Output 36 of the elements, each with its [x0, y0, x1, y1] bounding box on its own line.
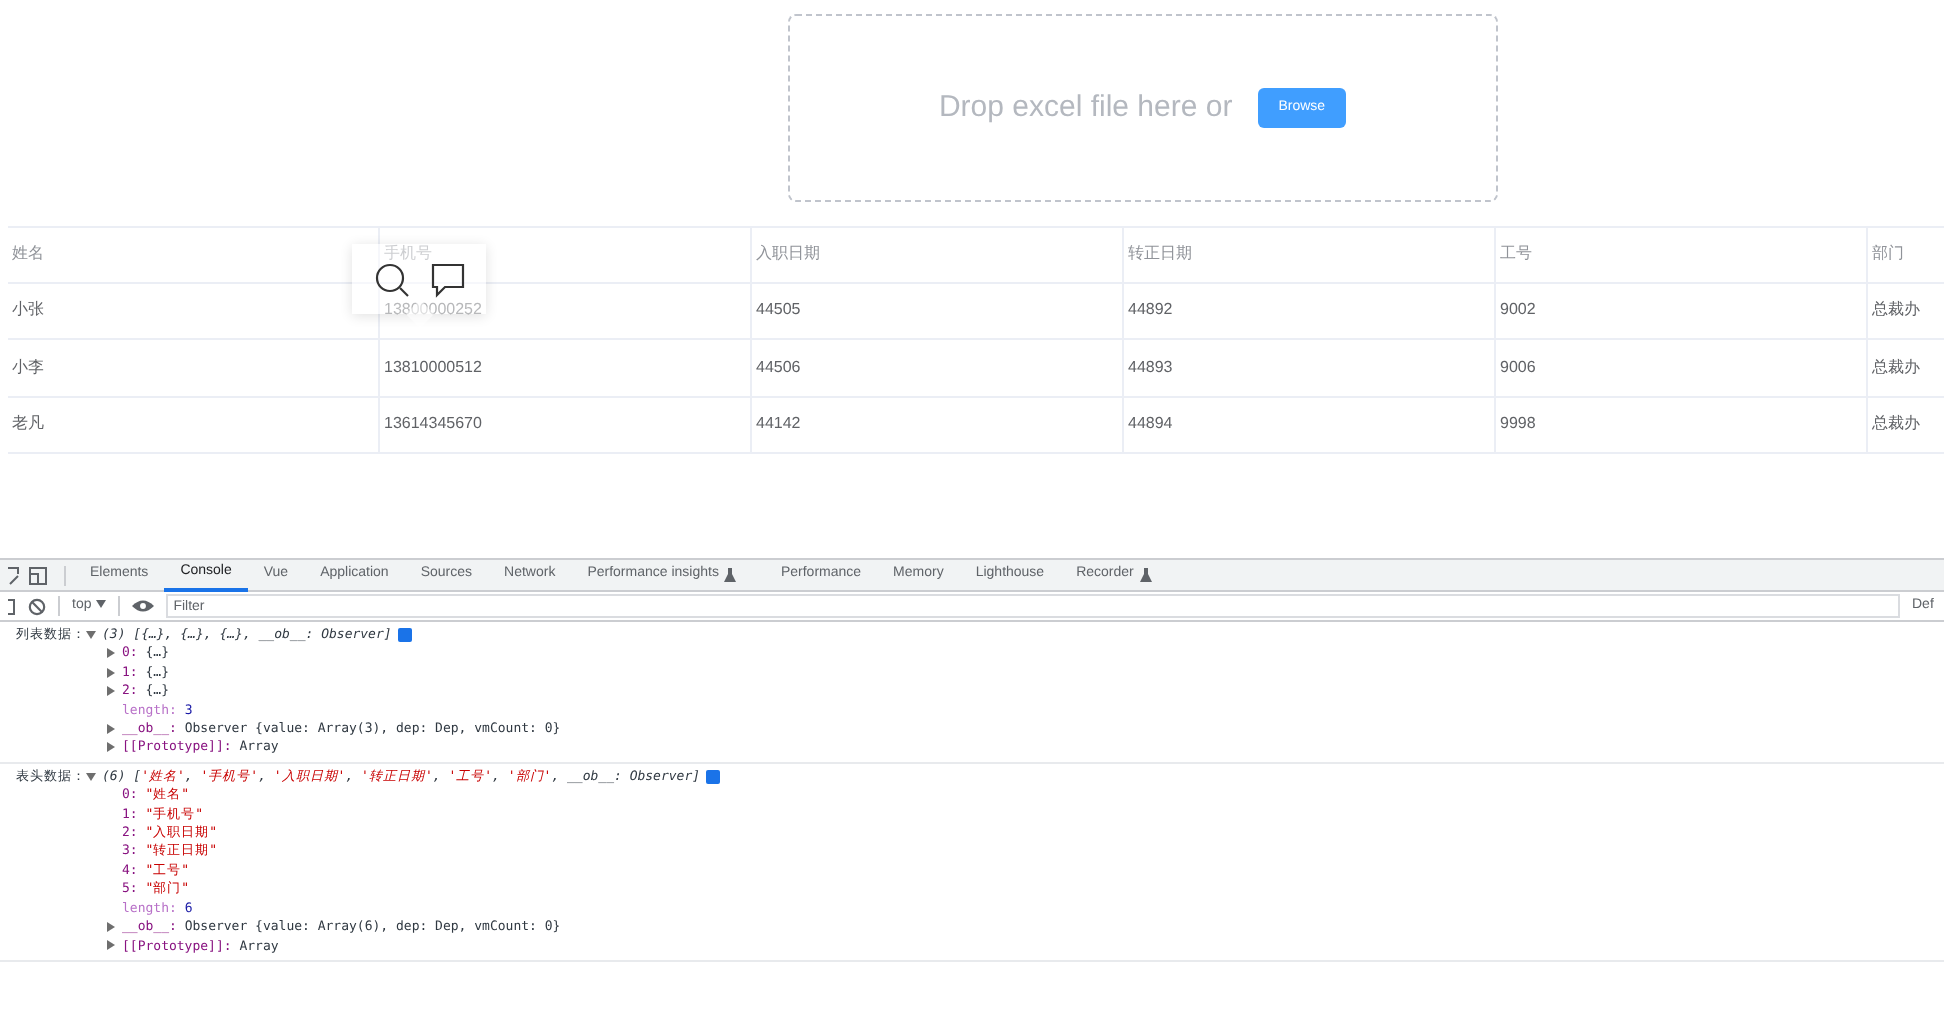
table-cell: 44142 [752, 397, 1124, 452]
table-cell: 总裁办 [1868, 340, 1944, 395]
table-cell: 44892 [1124, 283, 1496, 338]
disclosure-triangle-icon[interactable] [86, 629, 96, 640]
column-header: 入职日期 [752, 228, 1124, 281]
table-cell: 9998 [1496, 397, 1868, 452]
column-header: 转正日期 [1124, 228, 1496, 281]
clear-console-icon[interactable] [28, 597, 46, 615]
speech-bubble-icon[interactable] [429, 261, 465, 297]
sidebar-toggle-icon[interactable] [8, 597, 16, 615]
device-toggle-icon[interactable] [28, 565, 48, 585]
column-header: 部门 [1868, 228, 1944, 281]
table-cell: 44505 [752, 283, 1124, 338]
info-icon[interactable] [706, 769, 721, 784]
table-cell: 小张 [8, 283, 380, 338]
table-cell: 44506 [752, 340, 1124, 395]
table-cell: 13614345670 [380, 397, 752, 452]
table-cell: 老凡 [8, 397, 380, 452]
disclosure-triangle-icon[interactable] [86, 771, 96, 782]
table-cell: 9002 [1496, 283, 1868, 338]
table-cell: 总裁办 [1868, 283, 1944, 338]
column-header: 姓名 [8, 228, 380, 281]
search-icon[interactable] [373, 261, 409, 297]
table-cell: 小李 [8, 340, 380, 395]
column-header: 工号 [1496, 228, 1868, 281]
caret-icon [95, 599, 106, 608]
info-icon[interactable] [397, 627, 412, 642]
table-cell: 13800000252 [380, 283, 752, 338]
table-cell: 44894 [1124, 397, 1496, 452]
table-cell: 13810000512 [380, 340, 752, 395]
inspect-icon[interactable] [8, 565, 20, 585]
drop-prompt: Drop excel file here or [938, 87, 1233, 128]
table-cell: 44893 [1124, 340, 1496, 395]
table-cell: 总裁办 [1868, 397, 1944, 452]
eye-icon[interactable] [131, 598, 154, 614]
table-cell: 9006 [1496, 340, 1868, 395]
